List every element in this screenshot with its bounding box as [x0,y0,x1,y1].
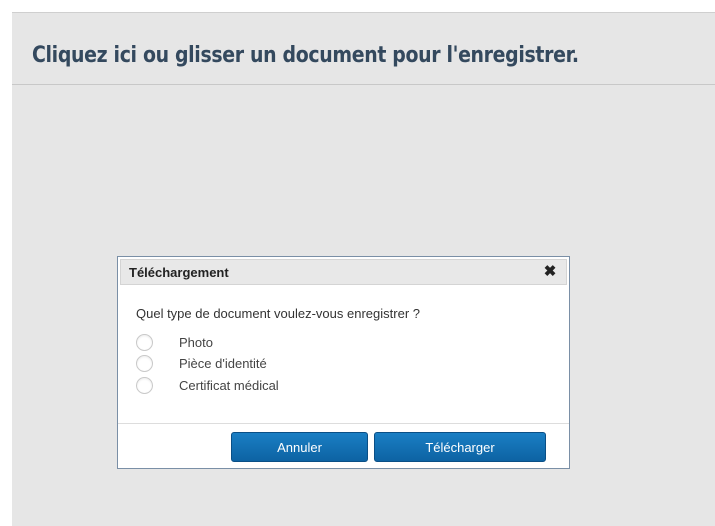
radio-label: Pièce d'identité [179,355,267,371]
radio-option-medical-certificate[interactable]: Certificat médical [136,376,279,394]
top-strip [0,0,715,12]
dialog-question: Quel type de document voulez-vous enregi… [136,306,420,321]
radio-button[interactable] [136,354,153,372]
radio-option-photo[interactable]: Photo [136,333,213,351]
radio-label: Photo [179,334,213,350]
close-icon[interactable]: ✖ [542,263,558,281]
upload-button[interactable]: Télécharger [374,432,546,462]
upload-dialog: Téléchargement ✖ Quel type de document v… [117,256,570,469]
radio-option-id-document[interactable]: Pièce d'identité [136,354,267,372]
dropzone-title[interactable]: Cliquez ici ou glisser un document pour … [32,43,579,68]
cancel-button[interactable]: Annuler [231,432,368,462]
dialog-title: Téléchargement [129,265,229,280]
radio-label: Certificat médical [179,377,279,393]
dialog-footer: Annuler Télécharger [118,423,569,468]
radio-button[interactable] [136,376,153,394]
radio-button[interactable] [136,333,153,351]
dropzone-header: Cliquez ici ou glisser un document pour … [12,13,715,85]
dialog-titlebar: Téléchargement ✖ [120,259,567,285]
